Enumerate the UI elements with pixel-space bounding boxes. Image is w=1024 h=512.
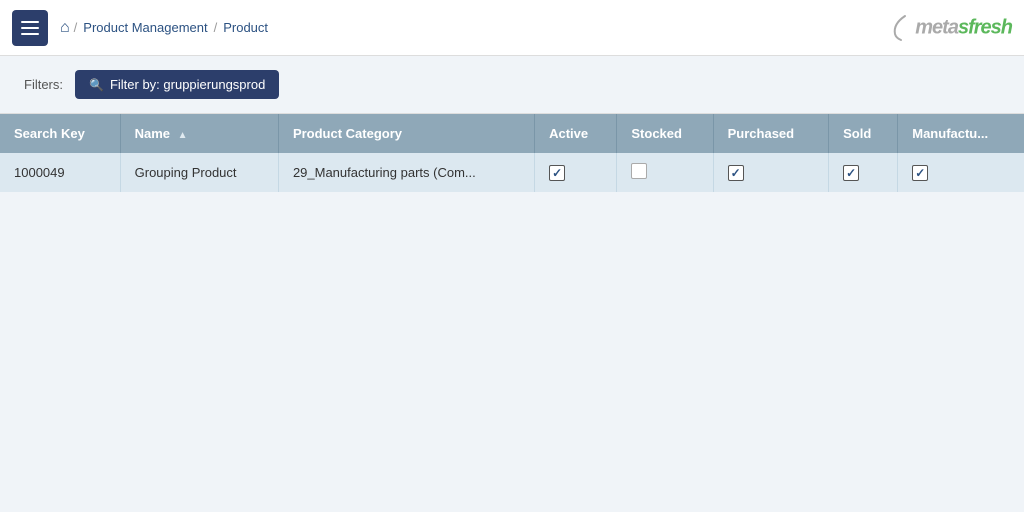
table-body: 1000049 Grouping Product 29_Manufacturin… [0,153,1024,192]
sold-checkbox[interactable]: ✓ [843,165,859,181]
col-search-key[interactable]: Search Key [0,114,120,153]
top-navigation: ⌂ / Product Management / Product metasfr… [0,0,1024,56]
cell-manufactured: ✓ [898,153,1024,192]
sort-icon: ▲ [178,130,188,141]
col-sold[interactable]: Sold [829,114,898,153]
cell-active: ✓ [535,153,617,192]
table-row[interactable]: 1000049 Grouping Product 29_Manufacturin… [0,153,1024,192]
logo: metasfresh [891,14,1012,42]
cell-purchased: ✓ [713,153,828,192]
breadcrumb-product[interactable]: Product [223,20,268,35]
active-checkbox[interactable]: ✓ [549,165,565,181]
col-product-category[interactable]: Product Category [278,114,534,153]
logo-curve-icon [891,14,909,42]
col-purchased[interactable]: Purchased [713,114,828,153]
cell-product-category: 29_Manufacturing parts (Com... [278,153,534,192]
col-manufactured[interactable]: Manufactu... [898,114,1024,153]
filter-button[interactable]: 🔍 Filter by: gruppierungsprod [75,70,279,99]
breadcrumb-product-management[interactable]: Product Management [83,20,207,35]
manufactured-checkbox[interactable]: ✓ [912,165,928,181]
cell-sold: ✓ [829,153,898,192]
col-name[interactable]: Name ▲ [120,114,278,153]
search-icon: 🔍 [89,78,104,92]
cell-search-key: 1000049 [0,153,120,192]
breadcrumb: / Product Management / Product [74,20,891,35]
home-icon[interactable]: ⌂ [60,19,70,37]
col-active[interactable]: Active [535,114,617,153]
filters-label: Filters: [24,77,63,92]
filter-button-label: Filter by: gruppierungsprod [110,77,265,92]
logo-text: meta [915,16,958,38]
breadcrumb-sep-2: / [214,20,218,35]
empty-area [0,192,1024,472]
menu-button[interactable] [12,10,48,46]
col-stocked[interactable]: Stocked [617,114,713,153]
filters-bar: Filters: 🔍 Filter by: gruppierungsprod [0,56,1024,113]
cell-name: Grouping Product [120,153,278,192]
table-header: Search Key Name ▲ Product Category Activ… [0,114,1024,153]
table-container: Search Key Name ▲ Product Category Activ… [0,113,1024,192]
breadcrumb-sep-1: / [74,20,78,35]
stocked-checkbox[interactable] [631,163,647,179]
logo-text-green: sfresh [958,16,1012,38]
cell-stocked [617,153,713,192]
products-table: Search Key Name ▲ Product Category Activ… [0,114,1024,192]
purchased-checkbox[interactable]: ✓ [728,165,744,181]
